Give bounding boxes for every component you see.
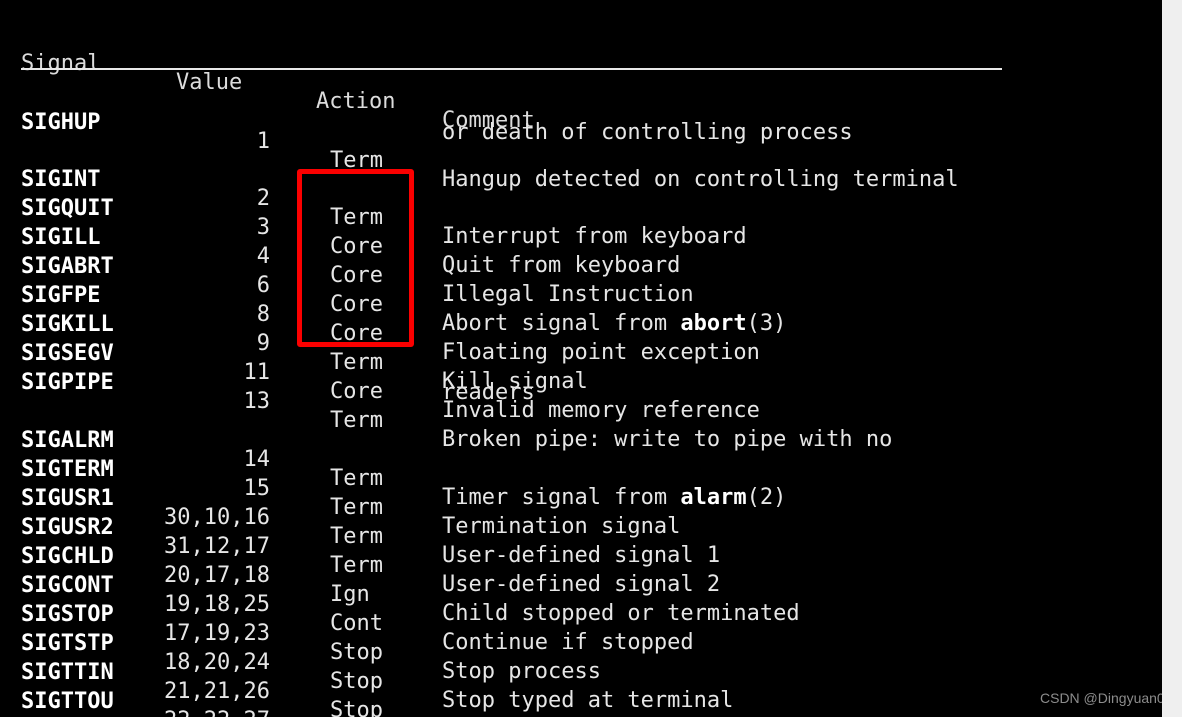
signal-action: Core	[330, 379, 383, 404]
table-row: SIGKILL 9 Term Kill signal	[0, 291, 1162, 394]
table-row: SIGFPE 8 Core Floating point exception	[0, 262, 1162, 365]
man-page-canvas: Signal Value Action Comment SIGHUP 1 Ter…	[0, 0, 1162, 717]
table-row: SIGALRM 14 Term Timer signal from alarm(…	[0, 407, 1162, 510]
table-row: SIGTERM 15 Term Termination signal	[0, 436, 1162, 539]
table-row: SIGQUIT 3 Core Quit from keyboard	[0, 175, 1162, 278]
table-row: SIGILL 4 Core Illegal Instruction	[0, 204, 1162, 307]
signal-action: Stop	[330, 698, 383, 717]
table-row: SIGABRT 6 Core Abort signal from abort(3…	[0, 233, 1162, 336]
table-row: SIGCONT 19,18,25 Cont Continue if stoppe…	[0, 552, 1162, 655]
table-row: SIGUSR2 31,12,17 Term User-defined signa…	[0, 494, 1162, 597]
table-header-row: Signal Value Action Comment	[0, 30, 1162, 133]
table-row: SIGINT 2 Term Interrupt from keyboard	[0, 146, 1162, 249]
table-row: SIGSEGV 11 Core Invalid memory reference	[0, 320, 1162, 423]
column-header-signal: Signal	[21, 51, 101, 76]
page-root: Signal Value Action Comment SIGHUP 1 Ter…	[0, 0, 1182, 717]
watermark-text: CSDN @Dingyuan0	[1040, 690, 1162, 706]
table-row: SIGHUP 1 Term Hangup detected on control…	[0, 89, 1162, 192]
table-row: SIGTTOU 22,22,27 Stop Terminal output fo…	[0, 668, 1162, 717]
signal-value: 22,22,27	[100, 706, 270, 717]
right-gutter-strip	[1162, 0, 1182, 717]
table-row: SIGSTOP 17,19,23 Stop Stop process	[0, 581, 1162, 684]
signal-comment-continuation: readers	[442, 380, 535, 405]
table-row: SIGPIPE 13 Term Broken pipe: write to pi…	[0, 349, 1162, 452]
header-divider-rule	[21, 68, 1002, 70]
signal-comment-continuation: or death of controlling process	[442, 120, 853, 145]
table-row: SIGTSTP 18,20,24 Stop Stop typed at term…	[0, 610, 1162, 713]
table-row: SIGCHLD 20,17,18 Ign Child stopped or te…	[0, 523, 1162, 626]
table-row: SIGUSR1 30,10,16 Term User-defined signa…	[0, 465, 1162, 568]
table-row: SIGTTIN 21,21,26 Stop Terminal input for…	[0, 639, 1162, 717]
